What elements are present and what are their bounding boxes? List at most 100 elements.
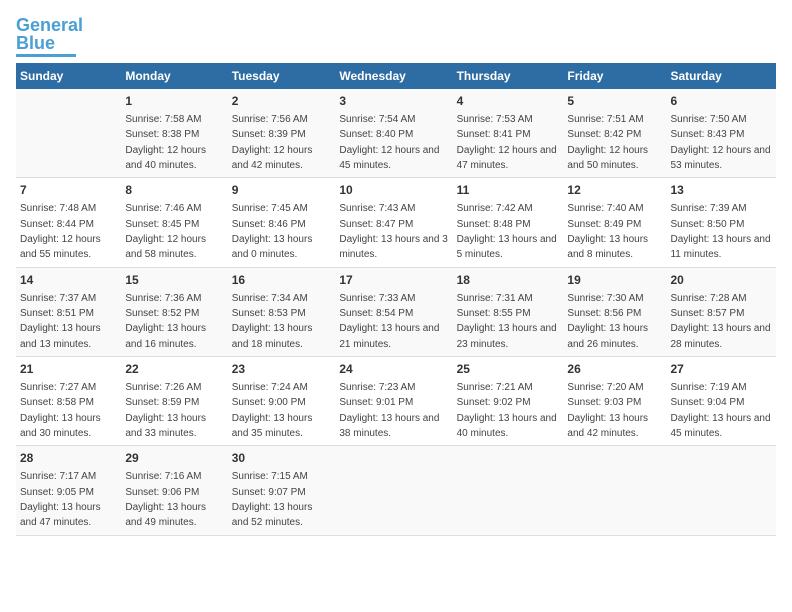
sunrise-text: Sunrise: 7:51 AM <box>567 114 643 125</box>
sunset-text: Sunset: 8:51 PM <box>20 308 94 319</box>
week-row-2: 7Sunrise: 7:48 AMSunset: 8:44 PMDaylight… <box>16 178 776 267</box>
day-number: 16 <box>232 272 332 289</box>
sunrise-text: Sunrise: 7:31 AM <box>457 293 533 304</box>
sunset-text: Sunset: 8:45 PM <box>125 219 199 230</box>
day-number: 1 <box>125 93 223 110</box>
header-saturday: Saturday <box>666 63 776 89</box>
daylight-text: Daylight: 13 hours and 30 minutes. <box>20 413 101 439</box>
cell-week3-day2: 15 Sunrise: 7:36 AM Sunset: 8:52 PM Dayligh… <box>121 267 227 356</box>
sunrise-text: Sunrise: 7:54 AM <box>339 114 415 125</box>
header-sunday: Sunday <box>16 63 121 89</box>
sunset-text: Sunset: 8:50 PM <box>670 219 744 230</box>
cell-week1-day4: 3Sunrise: 7:54 AMSunset: 8:40 PMDaylight… <box>335 89 452 178</box>
cell-week5-day6 <box>563 446 666 535</box>
sunset-text: Sunset: 9:02 PM <box>457 397 531 408</box>
header-wednesday: Wednesday <box>335 63 452 89</box>
daylight-text: Daylight: 12 hours and 40 minutes. <box>125 145 206 171</box>
sunrise-text: Sunrise: 7:26 AM <box>125 382 201 393</box>
cell-week2-day7: 13 Sunrise: 7:39 AM Sunset: 8:50 PM Dayligh… <box>666 178 776 267</box>
cell-week3-day3: 16Sunrise: 7:34 AMSunset: 8:53 PMDayligh… <box>228 267 336 356</box>
daylight-text: Daylight: 13 hours and 40 minutes. <box>457 413 557 439</box>
week-row-1: 1Sunrise: 7:58 AMSunset: 8:38 PMDaylight… <box>16 89 776 178</box>
sunrise-text: Sunrise: 7:27 AM <box>20 382 96 393</box>
sunset-text: Sunset: 9:01 PM <box>339 397 413 408</box>
cell-week1-day5: 4Sunrise: 7:53 AMSunset: 8:41 PMDaylight… <box>453 89 564 178</box>
daylight-text: Daylight: 12 hours and 58 minutes. <box>125 234 206 260</box>
logo: General Blue <box>16 16 83 57</box>
sunset-text: Sunset: 8:46 PM <box>232 219 306 230</box>
sunset-text: Sunset: 8:55 PM <box>457 308 531 319</box>
daylight-text: Daylight: 13 hours and 47 minutes. <box>20 502 101 528</box>
daylight-text: Daylight: 13 hours and 13 minutes. <box>20 323 101 349</box>
daylight-text: Daylight: 13 hours and 23 minutes. <box>457 323 557 349</box>
cell-week4-day5: 25Sunrise: 7:21 AMSunset: 9:02 PMDayligh… <box>453 357 564 446</box>
sunrise-text: Sunrise: 7:40 AM <box>567 203 643 214</box>
calendar-header-row: SundayMondayTuesdayWednesdayThursdayFrid… <box>16 63 776 89</box>
day-number: 26 <box>567 361 662 378</box>
sunrise-text: Sunrise: 7:53 AM <box>457 114 533 125</box>
cell-week1-day3: 2Sunrise: 7:56 AMSunset: 8:39 PMDaylight… <box>228 89 336 178</box>
day-number: 21 <box>20 361 117 378</box>
header-tuesday: Tuesday <box>228 63 336 89</box>
cell-week1-day1 <box>16 89 121 178</box>
header-thursday: Thursday <box>453 63 564 89</box>
sunset-text: Sunset: 8:38 PM <box>125 129 199 140</box>
cell-week3-day7: 20Sunrise: 7:28 AMSunset: 8:57 PMDayligh… <box>666 267 776 356</box>
day-number: 5 <box>567 93 662 110</box>
cell-week5-day7 <box>666 446 776 535</box>
day-number: 10 <box>339 182 448 199</box>
logo-blue: Blue <box>16 33 55 53</box>
day-number: 11 <box>457 182 560 199</box>
sunrise-text: Sunrise: 7:39 AM <box>670 203 746 214</box>
day-number: 24 <box>339 361 448 378</box>
sunset-text: Sunset: 8:47 PM <box>339 219 413 230</box>
page-header: General Blue <box>16 16 776 57</box>
cell-week5-day4 <box>335 446 452 535</box>
cell-week5-day3: 30Sunrise: 7:15 AMSunset: 9:07 PMDayligh… <box>228 446 336 535</box>
week-row-3: 14Sunrise: 7:37 AMSunset: 8:51 PMDayligh… <box>16 267 776 356</box>
sunset-text: Sunset: 8:44 PM <box>20 219 94 230</box>
sunrise-text: Sunrise: 7:21 AM <box>457 382 533 393</box>
sunrise-text: Sunrise: 7:36 AM <box>125 293 201 304</box>
day-number: 17 <box>339 272 448 289</box>
day-number: 8 <box>125 182 223 199</box>
daylight-text: Daylight: 13 hours and 11 minutes. <box>670 234 770 260</box>
daylight-text: Daylight: 13 hours and 5 minutes. <box>457 234 557 260</box>
cell-week2-day1: 7Sunrise: 7:48 AMSunset: 8:44 PMDaylight… <box>16 178 121 267</box>
day-number: 23 <box>232 361 332 378</box>
sunset-text: Sunset: 9:07 PM <box>232 487 306 498</box>
sunrise-text: Sunrise: 7:50 AM <box>670 114 746 125</box>
sunset-text: Sunset: 8:43 PM <box>670 129 744 140</box>
sunset-text: Sunset: 8:52 PM <box>125 308 199 319</box>
sunset-text: Sunset: 8:40 PM <box>339 129 413 140</box>
week-row-5: 28Sunrise: 7:17 AMSunset: 9:05 PMDayligh… <box>16 446 776 535</box>
day-number: 9 <box>232 182 332 199</box>
day-number: 13 <box>670 182 772 199</box>
day-number: 28 <box>20 450 117 467</box>
cell-week2-day5: 11Sunrise: 7:42 AMSunset: 8:48 PMDayligh… <box>453 178 564 267</box>
day-number: 3 <box>339 93 448 110</box>
day-number: 15 <box>125 272 223 289</box>
daylight-text: Daylight: 13 hours and 52 minutes. <box>232 502 313 528</box>
sunrise-text: Sunrise: 7:43 AM <box>339 203 415 214</box>
cell-week3-day1: 14Sunrise: 7:37 AMSunset: 8:51 PMDayligh… <box>16 267 121 356</box>
daylight-text: Daylight: 13 hours and 3 minutes. <box>339 234 447 260</box>
day-number: 19 <box>567 272 662 289</box>
sunset-text: Sunset: 9:03 PM <box>567 397 641 408</box>
sunset-text: Sunset: 8:58 PM <box>20 397 94 408</box>
sunrise-text: Sunrise: 7:23 AM <box>339 382 415 393</box>
daylight-text: Daylight: 13 hours and 16 minutes. <box>125 323 206 349</box>
cell-week3-day6: 19Sunrise: 7:30 AMSunset: 8:56 PMDayligh… <box>563 267 666 356</box>
daylight-text: Daylight: 12 hours and 42 minutes. <box>232 145 313 171</box>
sunset-text: Sunset: 8:42 PM <box>567 129 641 140</box>
daylight-text: Daylight: 12 hours and 47 minutes. <box>457 145 557 171</box>
sunrise-text: Sunrise: 7:17 AM <box>20 471 96 482</box>
cell-week1-day2: 1Sunrise: 7:58 AMSunset: 8:38 PMDaylight… <box>121 89 227 178</box>
logo-text: General Blue <box>16 16 83 52</box>
logo-underline <box>16 54 76 57</box>
day-number: 2 <box>232 93 332 110</box>
sunrise-text: Sunrise: 7:20 AM <box>567 382 643 393</box>
cell-week1-day7: 6Sunrise: 7:50 AMSunset: 8:43 PMDaylight… <box>666 89 776 178</box>
day-number: 4 <box>457 93 560 110</box>
sunrise-text: Sunrise: 7:46 AM <box>125 203 201 214</box>
